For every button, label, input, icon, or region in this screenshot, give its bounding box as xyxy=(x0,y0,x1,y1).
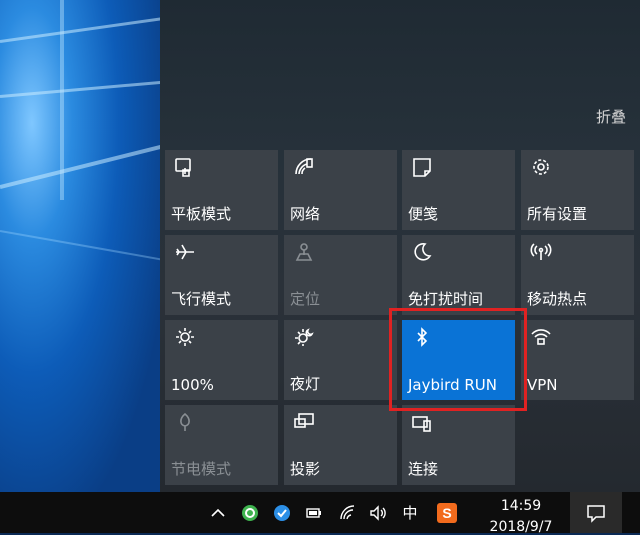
tile-label: 连接 xyxy=(408,460,439,478)
tile-network[interactable]: 网络 xyxy=(284,150,397,230)
tile-airplane-mode[interactable]: 飞行模式 xyxy=(165,235,278,315)
tile-bluetooth[interactable]: Jaybird RUN xyxy=(402,320,515,400)
airplane-icon xyxy=(174,241,196,263)
network-icon xyxy=(293,156,315,178)
tile-label: 便笺 xyxy=(408,205,439,223)
tile-label: 定位 xyxy=(290,290,321,308)
hotspot-icon xyxy=(530,241,552,263)
tile-label: Jaybird RUN xyxy=(408,376,497,394)
settings-gear-icon xyxy=(530,156,552,178)
location-icon xyxy=(293,241,315,263)
tablet-mode-icon xyxy=(174,156,196,178)
tile-label: 平板模式 xyxy=(171,205,232,223)
tile-label: VPN xyxy=(527,376,558,394)
tile-quiet-hours[interactable]: 免打扰时间 xyxy=(402,235,515,315)
battery-saver-icon xyxy=(174,411,196,433)
taskbar-clock[interactable]: 14:59 2018/9/7 xyxy=(476,492,566,535)
connect-icon xyxy=(411,411,433,433)
tile-note[interactable]: 便笺 xyxy=(402,150,515,230)
tile-mobile-hotspot[interactable]: 移动热点 xyxy=(521,235,634,315)
volume-icon[interactable] xyxy=(366,492,390,533)
desktop-wallpaper xyxy=(0,0,160,492)
tile-label: 移动热点 xyxy=(527,290,588,308)
bluetooth-icon xyxy=(411,326,433,348)
tile-label: 飞行模式 xyxy=(171,290,232,308)
tile-project[interactable]: 投影 xyxy=(284,405,397,485)
tile-vpn[interactable]: VPN xyxy=(521,320,634,400)
tile-location[interactable]: 定位 xyxy=(284,235,397,315)
action-center-button[interactable] xyxy=(570,492,622,533)
tile-label: 所有设置 xyxy=(527,205,588,223)
tile-all-settings[interactable]: 所有设置 xyxy=(521,150,634,230)
app-tray-green-icon[interactable] xyxy=(238,492,262,533)
sogou-label: S xyxy=(437,502,457,523)
tile-connect[interactable]: 连接 xyxy=(402,405,515,485)
tile-label: 投影 xyxy=(290,460,321,478)
app-tray-blue-icon[interactable] xyxy=(270,492,294,533)
collapse-link[interactable]: 折叠 xyxy=(596,106,626,127)
battery-icon[interactable] xyxy=(302,492,326,533)
sogou-input-icon[interactable]: S xyxy=(434,492,460,533)
tile-battery-saver[interactable]: 节电模式 xyxy=(165,405,278,485)
night-light-icon xyxy=(293,326,315,348)
project-icon xyxy=(293,411,315,433)
brightness-icon xyxy=(174,326,196,348)
tile-label: 网络 xyxy=(290,205,321,223)
clock-time: 14:59 xyxy=(500,498,542,514)
tile-label: 100% xyxy=(171,376,214,394)
tile-label: 节电模式 xyxy=(171,460,232,478)
ime-indicator[interactable]: 中 xyxy=(398,492,422,533)
tile-tablet-mode[interactable]: 平板模式 xyxy=(165,150,278,230)
notification-icon xyxy=(587,504,605,523)
tile-brightness[interactable]: 100% xyxy=(165,320,278,400)
taskbar: 中 S 14:59 2018/9/7 xyxy=(0,492,640,535)
vpn-icon xyxy=(530,326,552,348)
note-icon xyxy=(411,156,433,178)
show-hidden-icons-chevron-icon[interactable] xyxy=(206,492,230,533)
wifi-icon[interactable] xyxy=(336,492,360,533)
tile-label: 夜灯 xyxy=(290,375,321,393)
moon-icon xyxy=(411,241,433,263)
tile-label: 免打扰时间 xyxy=(408,290,484,308)
tile-night-light[interactable]: 夜灯 xyxy=(284,320,397,400)
